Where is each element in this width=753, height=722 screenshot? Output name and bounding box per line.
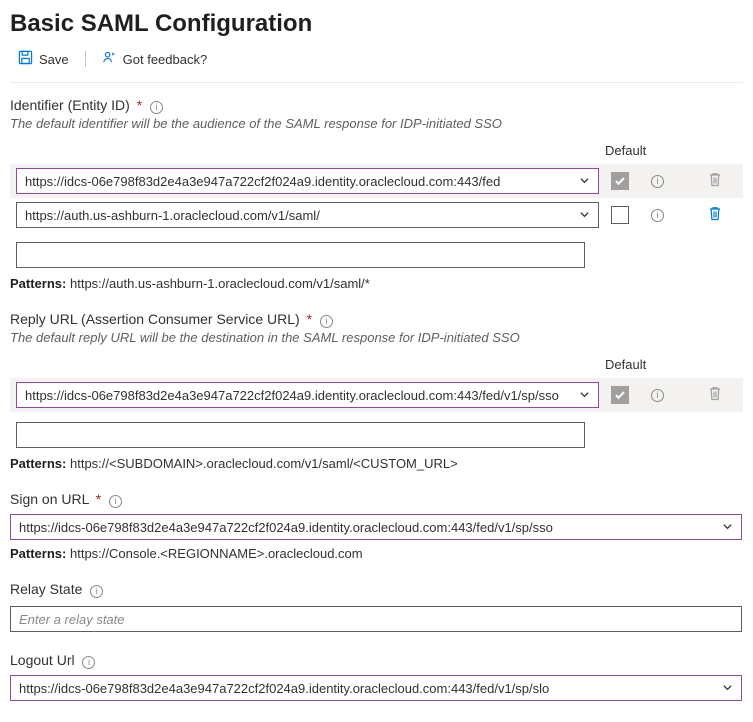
signon-patterns: Patterns: https://Console.<REGIONNAME>.o… [10,546,743,561]
identifier-add-input[interactable] [16,242,585,268]
reply-grid-header: Default [10,357,743,372]
identifier-value-2: https://auth.us-ashburn-1.oraclecloud.co… [25,208,320,223]
logout-value: https://idcs-06e798f83d2e4a3e947a722cf2f… [19,681,549,696]
reply-add-input[interactable] [16,422,585,448]
default-col-label: Default [605,357,645,372]
info-icon[interactable]: i [651,389,664,402]
save-label: Save [39,52,69,67]
identifier-label: Identifier (Entity ID) * i [10,97,743,114]
chevron-down-icon [579,208,590,223]
reply-label: Reply URL (Assertion Consumer Service UR… [10,311,743,328]
toolbar: Save Got feedback? [10,46,743,83]
identifier-helper: The default identifier will be the audie… [10,116,743,131]
delete-row-2[interactable] [685,206,745,225]
required-star: * [137,97,142,113]
identifier-grid-header: Default [10,143,743,158]
feedback-button[interactable]: Got feedback? [94,46,216,72]
toolbar-divider [85,51,86,67]
signon-value: https://idcs-06e798f83d2e4a3e947a722cf2f… [19,520,553,535]
reply-combo-1[interactable]: https://idcs-06e798f83d2e4a3e947a722cf2f… [16,382,599,408]
relay-label: Relay State i [10,581,743,598]
reply-helper: The default reply URL will be the destin… [10,330,743,345]
logout-combo[interactable]: https://idcs-06e798f83d2e4a3e947a722cf2f… [10,675,742,701]
info-icon[interactable]: i [82,656,95,669]
page-title: Basic SAML Configuration [10,10,743,38]
identifier-combo-1[interactable]: https://idcs-06e798f83d2e4a3e947a722cf2f… [16,168,599,194]
chevron-down-icon [722,681,733,696]
chevron-down-icon [722,520,733,535]
signon-combo[interactable]: https://idcs-06e798f83d2e4a3e947a722cf2f… [10,514,742,540]
reply-patterns: Patterns: https://<SUBDOMAIN>.oracleclou… [10,456,743,471]
info-icon[interactable]: i [150,101,163,114]
default-col-label: Default [605,143,645,158]
identifier-row-1: https://idcs-06e798f83d2e4a3e947a722cf2f… [10,164,743,198]
reply-default-checkbox-1 [611,386,629,404]
delete-row-1 [685,172,745,191]
feedback-icon [102,50,117,68]
identifier-value-1: https://idcs-06e798f83d2e4a3e947a722cf2f… [25,174,500,189]
save-button[interactable]: Save [10,46,77,72]
reply-row-1: https://idcs-06e798f83d2e4a3e947a722cf2f… [10,378,743,412]
info-icon[interactable]: i [320,315,333,328]
save-icon [18,50,33,68]
reply-value-1: https://idcs-06e798f83d2e4a3e947a722cf2f… [25,388,559,403]
identifier-row-2: https://auth.us-ashburn-1.oraclecloud.co… [10,198,743,232]
signon-label: Sign on URL * i [10,491,743,508]
chevron-down-icon [579,388,590,403]
default-checkbox-1 [611,172,629,190]
required-star: * [96,491,101,507]
feedback-label: Got feedback? [123,52,208,67]
required-star: * [307,311,312,327]
info-icon[interactable]: i [109,495,122,508]
reply-delete-row-1 [685,386,745,405]
info-icon[interactable]: i [651,175,664,188]
default-checkbox-2[interactable] [611,206,629,224]
chevron-down-icon [579,174,590,189]
identifier-patterns: Patterns: https://auth.us-ashburn-1.orac… [10,276,743,291]
info-icon[interactable]: i [90,585,103,598]
logout-label: Logout Url i [10,652,743,669]
info-icon[interactable]: i [651,209,664,222]
relay-input[interactable] [10,606,742,632]
identifier-combo-2[interactable]: https://auth.us-ashburn-1.oraclecloud.co… [16,202,599,228]
